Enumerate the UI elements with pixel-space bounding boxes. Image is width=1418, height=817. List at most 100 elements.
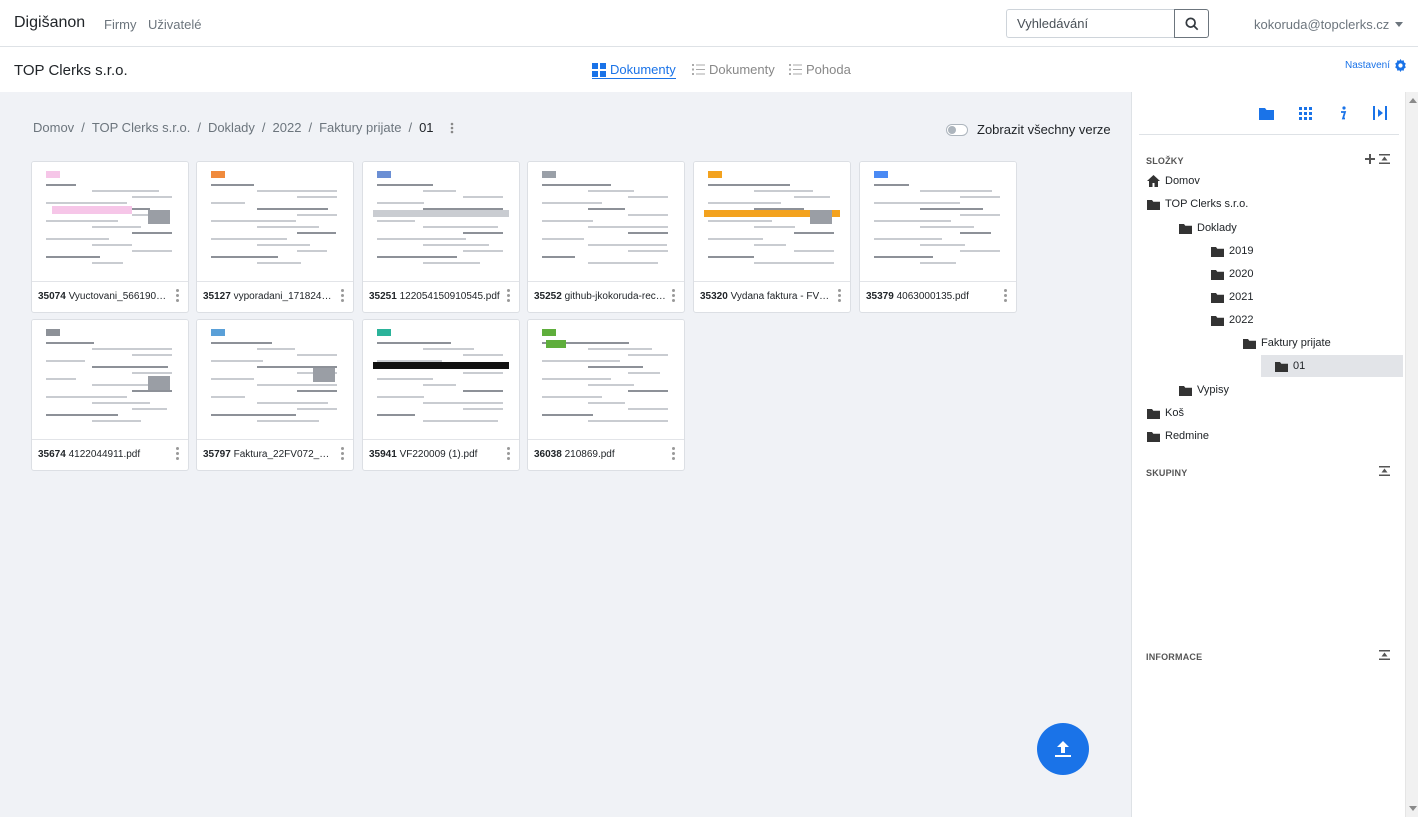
more-options-icon[interactable] [450,122,454,134]
tree-item-label: Doklady [1197,222,1237,234]
sidebar-toolbar [1139,92,1399,135]
breadcrumb-domov[interactable]: Domov [33,120,74,135]
document-label: 35797 Faktura_22FV072_TOP.pdf [203,449,335,460]
document-card[interactable]: 35251 122054150910545.pdf [362,161,520,313]
document-card[interactable]: 35674 4122044911.pdf [31,319,189,471]
tree-item-2021[interactable]: 2021 [1211,286,1253,308]
tree-item-01[interactable]: 01 [1261,355,1403,377]
document-label: 35252 github-jkokoruda-receipt.pdf [534,291,666,302]
grid-view-button[interactable] [1297,105,1313,121]
document-thumbnail[interactable] [197,162,353,282]
tree-item-label: Vypisy [1197,384,1229,396]
document-card[interactable]: 36038 210869.pdf [527,319,685,471]
document-thumbnail[interactable] [197,320,353,440]
document-filename: github-jkokoruda-receipt.pdf [564,291,666,302]
document-id: 35074 [38,291,66,302]
app-brand[interactable]: Digišanon [14,14,85,32]
more-options-icon[interactable] [672,289,676,302]
collapse-section-icon[interactable] [1379,466,1390,476]
tree-item-top-clerks-s-r-o-[interactable]: TOP Clerks s.r.o. [1147,193,1248,215]
more-options-icon[interactable] [176,447,180,460]
collapse-sidebar-button[interactable] [1372,105,1388,121]
breadcrumb-current: 01 [419,120,434,135]
document-filename: VF220009 (1).pdf [399,449,478,460]
more-options-icon[interactable] [838,289,842,302]
add-folder-icon[interactable] [1365,154,1375,164]
tab-documents-list[interactable]: Dokumenty [692,62,775,77]
document-thumbnail[interactable] [363,320,519,440]
groups-title: SKUPINY [1146,468,1188,478]
document-card[interactable]: 35797 Faktura_22FV072_TOP.pdf [196,319,354,471]
folder-view-button[interactable] [1258,105,1274,121]
tab-documents-grid[interactable]: Dokumenty [592,62,676,79]
settings-link[interactable]: Nastavení [1345,59,1407,72]
user-menu[interactable]: kokoruda@topclerks.cz [1254,17,1404,32]
search-input[interactable] [1006,9,1174,38]
document-card[interactable]: 35941 VF220009 (1).pdf [362,319,520,471]
info-button[interactable] [1335,105,1351,121]
tree-item-ko-[interactable]: Koš [1147,402,1184,424]
document-id: 36038 [534,449,562,460]
document-thumbnail[interactable] [528,162,684,282]
tree-item-2022[interactable]: 2022 [1211,309,1253,331]
tree-item-faktury-prijate[interactable]: Faktury prijate [1243,332,1331,354]
document-id: 35379 [866,291,894,302]
company-name: TOP Clerks s.r.o. [14,62,128,79]
document-filename: 4063000135.pdf [896,291,969,302]
tree-item-2020[interactable]: 2020 [1211,263,1253,285]
show-all-versions[interactable]: Zobrazit všechny verze [946,122,1111,137]
scroll-up-icon[interactable] [1409,98,1417,103]
document-label: 35251 122054150910545.pdf [369,291,501,302]
document-label: 35074 Vyuctovani_566190423.pdf [38,291,170,302]
tree-item-label: Koš [1165,407,1184,419]
breadcrumb-2022[interactable]: 2022 [273,120,302,135]
document-card[interactable]: 35127 vyporadani_1718249.pdf [196,161,354,313]
more-options-icon[interactable] [507,289,511,302]
folder-icon [1147,408,1160,419]
document-label: 35379 4063000135.pdf [866,291,998,302]
show-all-versions-label: Zobrazit všechny verze [977,122,1111,137]
more-options-icon[interactable] [507,447,511,460]
folder-icon [1147,431,1160,442]
tree-item-domov[interactable]: Domov [1147,170,1200,192]
sidebar-scrollbar[interactable] [1405,92,1418,817]
tree-item-vypisy[interactable]: Vypisy [1179,379,1229,401]
user-email: kokoruda@topclerks.cz [1254,17,1390,32]
document-thumbnail[interactable] [528,320,684,440]
document-card[interactable]: 35252 github-jkokoruda-receipt.pdf [527,161,685,313]
breadcrumb-faktury-prijate[interactable]: Faktury prijate [319,120,401,135]
breadcrumb-company[interactable]: TOP Clerks s.r.o. [92,120,191,135]
document-thumbnail[interactable] [32,320,188,440]
document-thumbnail[interactable] [694,162,850,282]
versions-toggle[interactable] [946,123,968,136]
nav-link-firmy[interactable]: Firmy [104,17,137,32]
collapse-section-icon[interactable] [1379,154,1390,164]
tab-pohoda[interactable]: Pohoda [789,62,851,77]
breadcrumb-doklady[interactable]: Doklady [208,120,255,135]
document-card[interactable]: 35320 Vydana faktura - FV2201.pdf [693,161,851,313]
document-card[interactable]: 35074 Vyuctovani_566190423.pdf [31,161,189,313]
document-thumbnail[interactable] [363,162,519,282]
scroll-down-icon[interactable] [1409,806,1417,811]
more-options-icon[interactable] [341,289,345,302]
document-card[interactable]: 35379 4063000135.pdf [859,161,1017,313]
gear-icon [1395,59,1406,72]
document-thumbnail[interactable] [860,162,1016,282]
collapse-section-icon[interactable] [1379,650,1390,660]
settings-label: Nastavení [1345,60,1391,71]
document-thumbnail[interactable] [32,162,188,282]
search-button[interactable] [1174,9,1209,38]
tree-item-doklady[interactable]: Doklady [1179,217,1237,239]
document-id: 35127 [203,291,231,302]
more-options-icon[interactable] [1004,289,1008,302]
folders-title: SLOŽKY [1146,156,1184,166]
tree-item-redmine[interactable]: Redmine [1147,425,1209,447]
more-options-icon[interactable] [672,447,676,460]
more-options-icon[interactable] [341,447,345,460]
tree-item-label: 2020 [1229,268,1254,280]
tree-item-2019[interactable]: 2019 [1211,240,1253,262]
upload-button[interactable] [1037,723,1089,775]
nav-link-uzivatele[interactable]: Uživatelé [148,17,201,32]
more-options-icon[interactable] [176,289,180,302]
document-id: 35674 [38,449,66,460]
